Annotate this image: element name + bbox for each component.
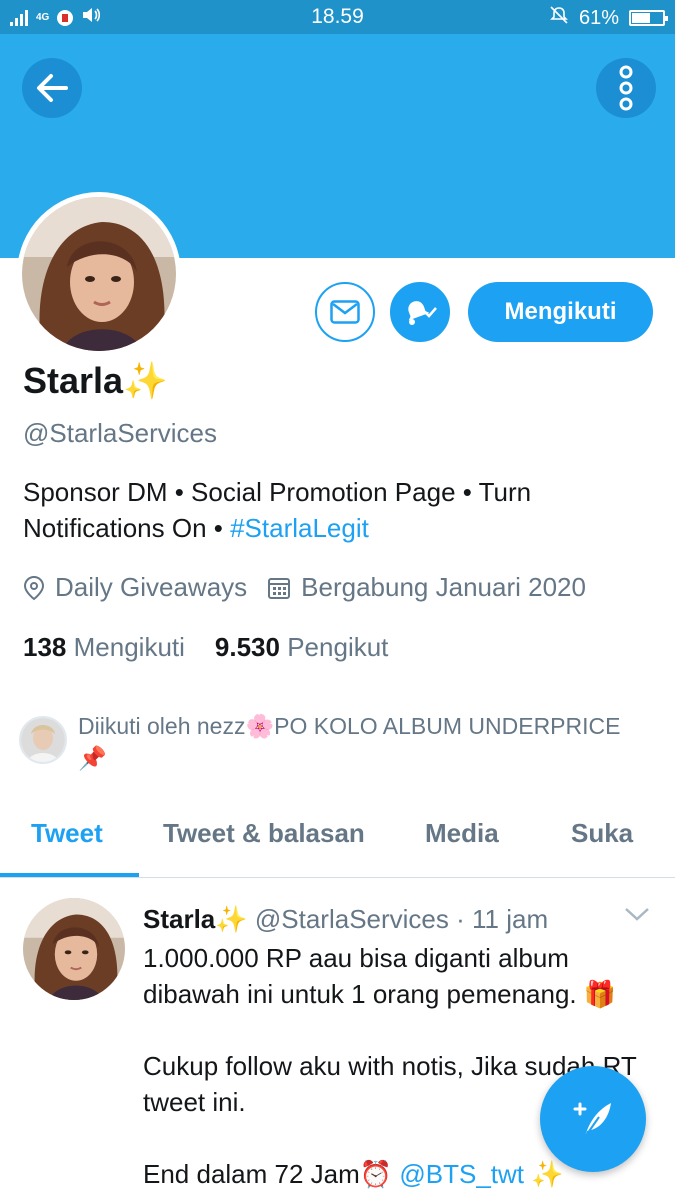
notifications-button[interactable] <box>390 282 450 342</box>
location-pin-icon <box>23 575 45 600</box>
battery-fill <box>632 13 650 23</box>
profile-meta: Daily Giveaways Bergabung Januari 2020 <box>23 572 606 603</box>
followed-by-text[interactable]: Diikuti oleh nezz🌸PO KOLO ALBUM UNDERPRI… <box>78 710 648 774</box>
profile-name: Starla✨ <box>23 360 168 402</box>
tweet-line-3-suffix: ✨ <box>524 1159 564 1189</box>
battery-percent: 61% <box>578 6 619 29</box>
profile-avatar[interactable] <box>17 192 181 356</box>
profile-handle: @StarlaServices <box>23 418 218 448</box>
envelope-icon <box>330 300 360 324</box>
following-count-link[interactable]: 138 Mengikuti <box>23 632 185 663</box>
tab-media[interactable]: Media <box>425 818 499 849</box>
alarm-off-icon <box>549 5 569 31</box>
joined-item: Bergabung Januari 2020 <box>267 572 586 603</box>
follow-counts: 138 Mengikuti 9.530 Pengikut <box>23 632 418 663</box>
sparkles-emoji: ✨ <box>123 360 168 401</box>
tweet-line-1: 1.000.000 RP aau bisa diganti album diba… <box>143 943 617 1009</box>
calendar-icon <box>268 577 291 599</box>
avatar-photo <box>22 197 176 351</box>
tab-tweet[interactable]: Tweet <box>31 818 103 849</box>
tweet-sparkles-emoji: ✨ <box>215 904 248 934</box>
tweet-header: Starla✨ @StarlaServices · 11 jam <box>143 904 548 935</box>
bio-hashtag-link[interactable]: #StarlaLegit <box>230 513 369 543</box>
follower-avatar[interactable] <box>19 716 67 764</box>
tweet-menu-button[interactable] <box>624 906 650 927</box>
bell-check-icon <box>408 301 437 325</box>
tweet-avatar[interactable] <box>23 898 125 1000</box>
status-bar: 4G 18.59 61% <box>0 0 675 34</box>
battery-icon <box>629 10 668 26</box>
compose-feather-icon <box>573 1102 611 1138</box>
location-text: Daily Giveaways <box>55 572 248 602</box>
tab-tweet-replies[interactable]: Tweet & balasan <box>163 818 365 849</box>
chevron-down-icon <box>625 908 649 921</box>
more-vertical-icon <box>619 65 633 111</box>
joined-text: Bergabung Januari 2020 <box>301 572 586 602</box>
active-tab-indicator <box>0 873 139 877</box>
following-count: 138 <box>23 632 67 662</box>
tweet-mention-link[interactable]: @BTS_twt <box>399 1159 524 1189</box>
followers-count: 9.530 <box>214 632 280 662</box>
message-button[interactable] <box>315 282 375 342</box>
followers-count-link[interactable]: 9.530 Pengikut <box>215 632 389 663</box>
follower-avatar-photo <box>21 718 65 762</box>
compose-tweet-button[interactable] <box>540 1066 646 1172</box>
profile-bio: Sponsor DM • Social Promotion Page • Tur… <box>23 474 643 546</box>
tweet-time: · 11 jam <box>456 904 549 934</box>
followers-label: Pengikut <box>287 632 389 662</box>
more-options-button[interactable] <box>596 58 656 118</box>
location-item: Daily Giveaways <box>23 572 247 603</box>
tab-likes[interactable]: Suka <box>571 818 633 849</box>
back-arrow-icon <box>37 74 68 102</box>
tweet-line-3-prefix: End dalam 72 Jam⏰ <box>143 1159 400 1189</box>
profile-tabs: Tweet Tweet & balasan Media Suka <box>0 800 675 878</box>
profile-name-text: Starla <box>23 360 124 401</box>
tweet-author-handle: @StarlaServices <box>254 904 449 934</box>
following-label: Mengikuti <box>73 632 185 662</box>
tweet-author-name[interactable]: Starla <box>143 904 215 934</box>
following-button[interactable]: Mengikuti <box>468 282 653 342</box>
back-button[interactable] <box>22 58 82 118</box>
